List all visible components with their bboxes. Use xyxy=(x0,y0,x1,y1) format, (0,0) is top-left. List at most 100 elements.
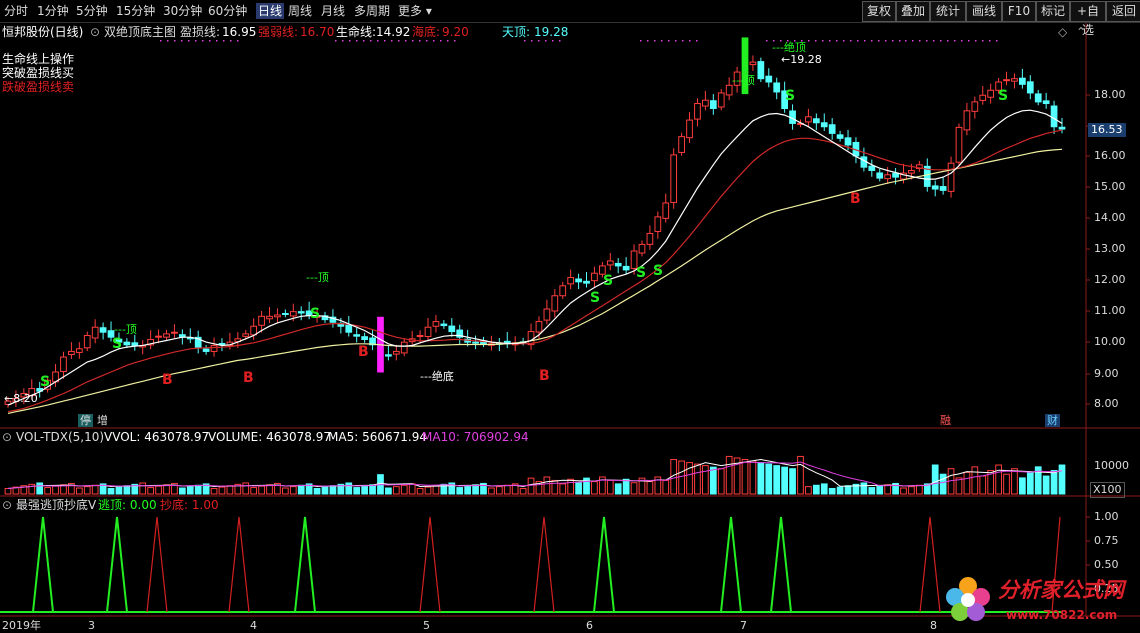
toolbar-button-0[interactable]: 复权 xyxy=(862,1,896,22)
volume-bar xyxy=(765,463,773,495)
candle-body xyxy=(266,315,273,320)
signal-dot xyxy=(538,40,540,42)
candle-body xyxy=(131,342,139,346)
escape-indicator-name[interactable]: 最强逃顶抄底V xyxy=(16,498,96,512)
candle-body xyxy=(91,326,99,339)
toolbar-button-1[interactable]: 叠加 xyxy=(896,1,930,22)
price-tick: 10.00 xyxy=(1094,335,1126,348)
volume-bar xyxy=(614,483,622,495)
sell-mark: S xyxy=(998,88,1008,104)
vvol-label: VVOL: 463078.97 xyxy=(104,430,210,444)
x-tick: 5 xyxy=(423,619,430,632)
volume-bar xyxy=(749,460,757,495)
finance-tag[interactable]: 财 xyxy=(1045,414,1060,427)
volume-bar xyxy=(115,486,123,495)
x-tick: 2019年 xyxy=(2,619,41,632)
toolbar-button-3[interactable]: 画线 xyxy=(966,1,1002,22)
period-tab-1[interactable]: 1分钟 xyxy=(37,3,69,19)
volume-unit: X100 xyxy=(1090,482,1125,498)
candle-body xyxy=(654,216,662,232)
candle-body xyxy=(361,336,368,340)
volume-bar xyxy=(812,484,820,495)
toolbar-button-4[interactable]: F10 xyxy=(1002,1,1036,22)
volume-bar xyxy=(155,485,162,495)
candle-body xyxy=(210,344,218,352)
indicator-name[interactable]: 双绝顶底主图 xyxy=(104,25,176,39)
period-tab-10[interactable]: 更多 ▾ xyxy=(398,3,432,19)
escape-settings-icon[interactable]: ⊙ xyxy=(2,498,12,512)
volume-indicator-name[interactable]: VOL-TDX(5,10) xyxy=(16,430,104,444)
volume-bar xyxy=(979,475,987,495)
period-tab-4[interactable]: 30分钟 xyxy=(163,3,202,19)
volume-bar xyxy=(1019,477,1026,495)
signal-dot xyxy=(559,40,561,42)
candle-body xyxy=(171,331,178,334)
volume-bar xyxy=(915,484,923,495)
signal-dot xyxy=(174,40,176,42)
volume-bar xyxy=(194,484,202,495)
period-tab-9[interactable]: 多周期 xyxy=(354,3,390,19)
life-label: 生命线: xyxy=(336,25,377,39)
candle-body xyxy=(535,321,543,333)
signal-dot xyxy=(412,40,414,42)
sky-top-label: 天顶: xyxy=(502,25,531,39)
halt-tag[interactable]: 停 xyxy=(78,414,93,427)
volume-bar xyxy=(575,482,582,495)
signal-dot xyxy=(398,40,400,42)
signal-dot xyxy=(696,40,698,42)
volume-bar xyxy=(250,487,258,495)
settings-icon[interactable]: ⊙ xyxy=(90,25,100,39)
period-tab-5[interactable]: 60分钟 xyxy=(208,3,247,19)
candle-body xyxy=(947,162,955,192)
signal-dot xyxy=(912,40,914,42)
buy-mark: B xyxy=(162,372,173,388)
ma5-label: MA5: 560671.94 xyxy=(328,430,427,444)
signal-dot xyxy=(342,40,344,42)
candle-body xyxy=(971,101,979,112)
signal-dot xyxy=(419,40,421,42)
period-tab-6[interactable]: 日线 xyxy=(256,3,285,19)
volume-bar xyxy=(416,487,424,495)
x-tick: 8 xyxy=(930,619,937,632)
signal-dot xyxy=(552,40,554,42)
volume-bar xyxy=(884,484,892,495)
volume-bar xyxy=(242,482,250,495)
signal-dot xyxy=(892,40,894,42)
volume-bar xyxy=(289,486,297,495)
volume-bar xyxy=(186,486,194,495)
signal-dot xyxy=(223,40,225,42)
toolbar-button-7[interactable]: 返回 xyxy=(1106,1,1140,22)
toolbar-button-5[interactable]: 标记 xyxy=(1036,1,1070,22)
period-tab-3[interactable]: 15分钟 xyxy=(116,3,155,19)
period-tab-7[interactable]: 周线 xyxy=(288,3,312,19)
volume-settings-icon[interactable]: ⊙ xyxy=(2,430,12,444)
toolbar-button-2[interactable]: 统计 xyxy=(930,1,966,22)
site-watermark: 分析家公式网 www.70822.com xyxy=(938,568,1138,630)
signal-dot xyxy=(370,40,372,42)
expand-icon[interactable]: ⌃ xyxy=(1076,25,1086,39)
increase-tag[interactable]: 增 xyxy=(95,414,110,427)
period-tab-0[interactable]: 分时 xyxy=(4,3,28,19)
volume-bar xyxy=(646,481,654,495)
period-tab-2[interactable]: 5分钟 xyxy=(76,3,108,19)
volume-bar xyxy=(717,468,725,495)
current-price-badge: 16.53 xyxy=(1088,123,1126,137)
profit-line-label: 盈损线: xyxy=(180,25,221,39)
period-tab-8[interactable]: 月线 xyxy=(321,3,345,19)
candle-body xyxy=(282,312,289,315)
escape-axis-tick: 1.00 xyxy=(1094,510,1119,523)
candle-body xyxy=(155,335,162,338)
volume-bar xyxy=(385,487,392,495)
margin-tag[interactable]: 融融 xyxy=(938,414,953,427)
collapse-icon[interactable]: ◇ xyxy=(1058,25,1067,39)
signal-dot xyxy=(391,40,393,42)
candle-body xyxy=(68,350,75,356)
toolbar-button-6[interactable]: +自选 xyxy=(1070,1,1106,37)
candle-body xyxy=(1026,81,1034,94)
signal-dot xyxy=(829,40,831,42)
volume-bar xyxy=(868,487,876,495)
candle-body xyxy=(432,321,440,327)
volume-bar xyxy=(836,486,844,495)
signal-dot xyxy=(871,40,873,42)
candle-body xyxy=(805,116,812,123)
